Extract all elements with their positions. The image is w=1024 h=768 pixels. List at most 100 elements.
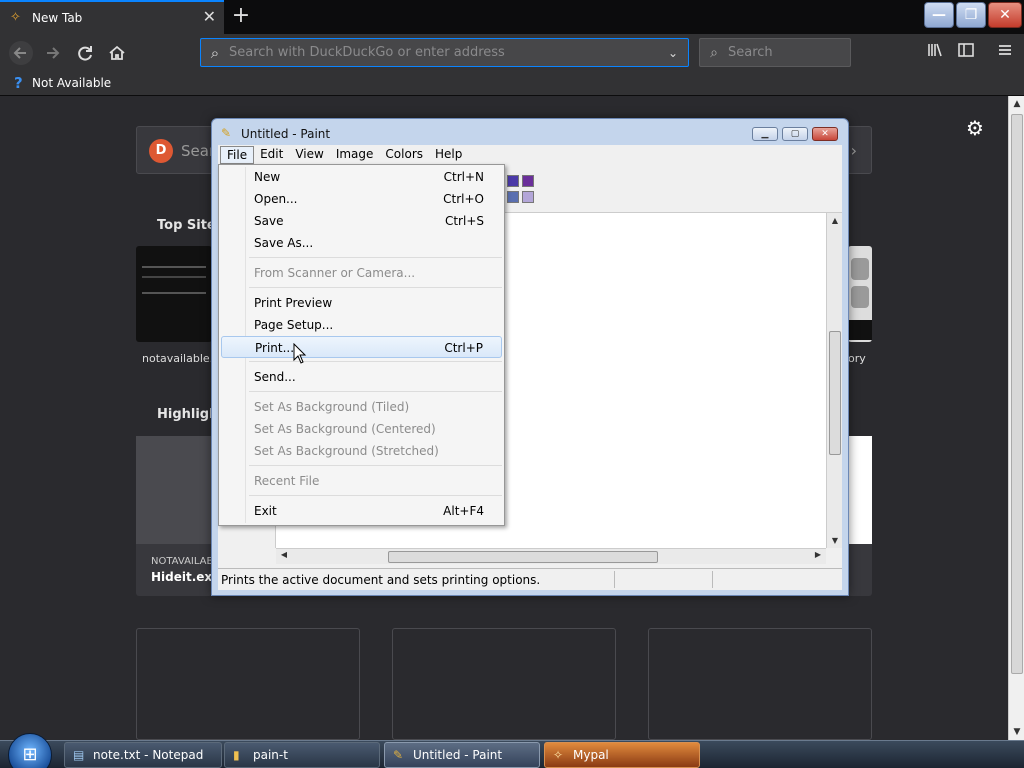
menu-item-label: New bbox=[254, 170, 281, 184]
canvas-horizontal-scrollbar[interactable]: ◀ ▶ bbox=[276, 548, 826, 564]
canvas-hscroll-thumb[interactable] bbox=[388, 551, 658, 563]
paint-title-bar[interactable]: ✎ Untitled - Paint ▁ ▢ ✕ bbox=[212, 119, 848, 147]
menu-separator bbox=[249, 257, 502, 258]
menu-item-set-as-background-centered: Set As Background (Centered) bbox=[221, 418, 502, 440]
menu-item-print-preview[interactable]: Print Preview bbox=[221, 292, 502, 314]
bookmark-label: Not Available bbox=[32, 76, 112, 90]
menu-item-save-as[interactable]: Save As... bbox=[221, 232, 502, 254]
tab-strip: ✧ New Tab ✕ + — ❐ ✕ bbox=[0, 0, 1024, 34]
menu-edit[interactable]: Edit bbox=[254, 146, 289, 164]
tab-close-icon[interactable]: ✕ bbox=[203, 8, 216, 26]
menu-item-label: Set As Background (Stretched) bbox=[254, 444, 439, 458]
library-icon[interactable] bbox=[922, 40, 948, 66]
color-swatch[interactable] bbox=[507, 191, 519, 203]
menu-item-send[interactable]: Send... bbox=[221, 366, 502, 388]
hamburger-menu-icon[interactable] bbox=[992, 40, 1018, 66]
new-tab-button[interactable]: + bbox=[230, 4, 252, 28]
mypal-icon: ✧ bbox=[553, 748, 564, 762]
search-icon: ⌕ bbox=[210, 43, 220, 62]
top-site-label: notavailable. bbox=[142, 352, 214, 365]
menu-separator bbox=[249, 361, 502, 362]
highlight-card[interactable]: NOTAVAILAB Hideit.exe bbox=[136, 436, 220, 596]
menu-separator bbox=[249, 391, 502, 392]
paint-status-bar: Prints the active document and sets prin… bbox=[218, 568, 842, 590]
menu-item-save[interactable]: Save Ctrl+S bbox=[221, 210, 502, 232]
canvas-scroll-thumb[interactable] bbox=[829, 331, 841, 455]
menu-colors[interactable]: Colors bbox=[379, 146, 429, 164]
taskbar-item-mypal[interactable]: ✧ Mypal bbox=[544, 742, 700, 768]
color-swatch[interactable] bbox=[522, 191, 534, 203]
top-site-tile[interactable] bbox=[136, 246, 212, 342]
menu-item-shortcut: Alt+F4 bbox=[443, 504, 484, 518]
bookmark-not-available[interactable]: ? Not Available bbox=[14, 75, 111, 91]
taskbar-item-notepad[interactable]: ▤ note.txt - Notepad bbox=[64, 742, 222, 768]
menu-item-exit[interactable]: Exit Alt+F4 bbox=[221, 500, 502, 522]
menu-separator bbox=[249, 495, 502, 496]
url-bar[interactable]: ⌕ ⌄ bbox=[200, 38, 689, 67]
reload-button[interactable] bbox=[72, 40, 98, 66]
search-bar[interactable]: ⌕ bbox=[699, 38, 851, 67]
scroll-down-icon[interactable]: ▼ bbox=[827, 536, 843, 545]
paint-maximize-button[interactable]: ▢ bbox=[782, 127, 808, 141]
menu-separator bbox=[249, 287, 502, 288]
menu-item-print[interactable]: Print... Ctrl+P bbox=[221, 336, 502, 358]
menu-separator bbox=[249, 465, 502, 466]
highlight-title: Hideit.exe bbox=[151, 570, 221, 584]
tab-new-tab[interactable]: ✧ New Tab ✕ bbox=[0, 0, 224, 34]
highlight-card[interactable] bbox=[848, 436, 872, 596]
menu-item-from-scanner-or-camera: From Scanner or Camera... bbox=[221, 262, 502, 284]
menu-item-recent-file: Recent File bbox=[221, 470, 502, 492]
scroll-left-icon[interactable]: ◀ bbox=[276, 550, 292, 559]
forward-button[interactable] bbox=[40, 40, 66, 66]
scroll-up-icon[interactable]: ▲ bbox=[827, 216, 843, 225]
close-button[interactable]: ✕ bbox=[988, 2, 1022, 28]
paint-close-button[interactable]: ✕ bbox=[812, 127, 838, 141]
status-divider bbox=[614, 571, 615, 588]
paint-minimize-button[interactable]: ▁ bbox=[752, 127, 778, 141]
menu-item-label: Page Setup... bbox=[254, 318, 334, 332]
page-scrollbar[interactable]: ▲ ▼ bbox=[1008, 96, 1024, 740]
menu-item-open[interactable]: Open... Ctrl+O bbox=[221, 188, 502, 210]
gear-icon[interactable]: ⚙ bbox=[966, 116, 984, 140]
menu-item-label: Send... bbox=[254, 370, 296, 384]
url-input[interactable] bbox=[229, 45, 658, 60]
top-site-tile[interactable] bbox=[848, 246, 872, 342]
menu-item-label: Recent File bbox=[254, 474, 320, 488]
arrow-right-icon[interactable]: › bbox=[851, 141, 857, 160]
maximize-button[interactable]: ❐ bbox=[956, 2, 986, 28]
duckduckgo-icon: D bbox=[149, 139, 173, 163]
paint-icon: ✎ bbox=[393, 748, 404, 762]
taskbar-item-paint[interactable]: ✎ Untitled - Paint bbox=[384, 742, 540, 768]
reload-icon bbox=[78, 46, 92, 61]
menu-view[interactable]: View bbox=[289, 146, 329, 164]
scroll-down-icon[interactable]: ▼ bbox=[1009, 724, 1024, 740]
menu-help[interactable]: Help bbox=[429, 146, 468, 164]
taskbar-item-folder[interactable]: ▮ pain-t bbox=[224, 742, 380, 768]
back-button[interactable] bbox=[8, 40, 34, 66]
taskbar: ⊞ ▤ note.txt - Notepad ▮ pain-t ✎ Untitl… bbox=[0, 733, 1024, 768]
scrollbar-thumb[interactable] bbox=[1011, 114, 1023, 674]
status-text: Prints the active document and sets prin… bbox=[221, 573, 541, 587]
canvas-vertical-scrollbar[interactable]: ▲ ▼ bbox=[826, 213, 842, 548]
menu-image[interactable]: Image bbox=[330, 146, 380, 164]
scroll-right-icon[interactable]: ▶ bbox=[810, 550, 826, 559]
menu-item-label: Save bbox=[254, 214, 284, 228]
chevron-down-icon[interactable]: ⌄ bbox=[658, 46, 688, 60]
menu-item-set-as-background-stretched: Set As Background (Stretched) bbox=[221, 440, 502, 462]
color-swatch[interactable] bbox=[507, 175, 519, 187]
sidebar-icon[interactable] bbox=[953, 40, 979, 66]
menu-item-page-setup[interactable]: Page Setup... bbox=[221, 314, 502, 336]
home-button[interactable] bbox=[104, 40, 130, 66]
search-input[interactable] bbox=[728, 45, 850, 60]
menu-item-new[interactable]: New Ctrl+N bbox=[221, 166, 502, 188]
minimize-button[interactable]: — bbox=[924, 2, 954, 28]
menu-file[interactable]: File bbox=[220, 146, 255, 164]
menu-item-label: Exit bbox=[254, 504, 277, 518]
scroll-up-icon[interactable]: ▲ bbox=[1009, 96, 1024, 112]
menu-item-label: Save As... bbox=[254, 236, 314, 250]
status-divider bbox=[712, 571, 713, 588]
back-arrow-icon bbox=[9, 41, 33, 65]
color-swatch[interactable] bbox=[522, 175, 534, 187]
newtab-search-label: Sear bbox=[181, 142, 216, 160]
home-icon bbox=[109, 45, 125, 60]
